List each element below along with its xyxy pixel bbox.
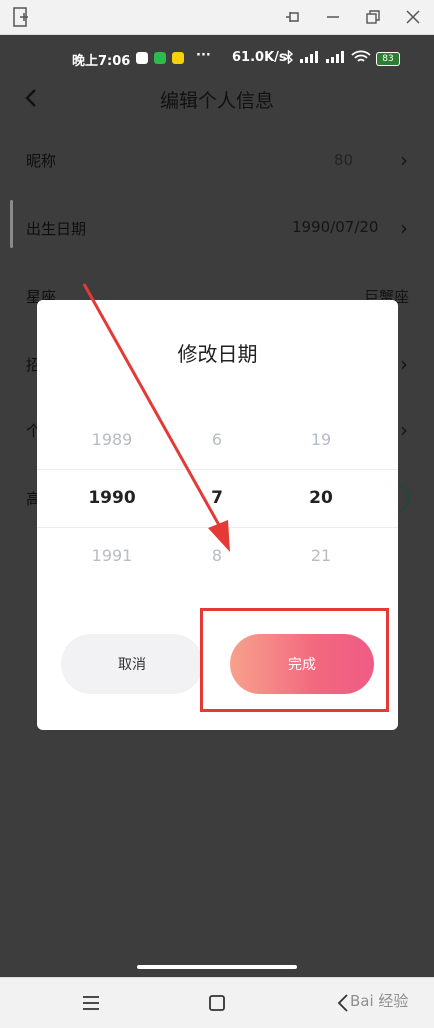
home-icon[interactable] [208,994,226,1016]
system-nav-bar: Bai 经验 [0,977,434,1028]
annotation-highlight-box [200,608,389,712]
annotation-arrow [82,283,230,552]
menu-icon[interactable] [82,995,100,1015]
back-icon[interactable] [336,993,350,1017]
watermark: Bai 经验 [350,992,409,1010]
home-indicator[interactable] [137,965,297,969]
